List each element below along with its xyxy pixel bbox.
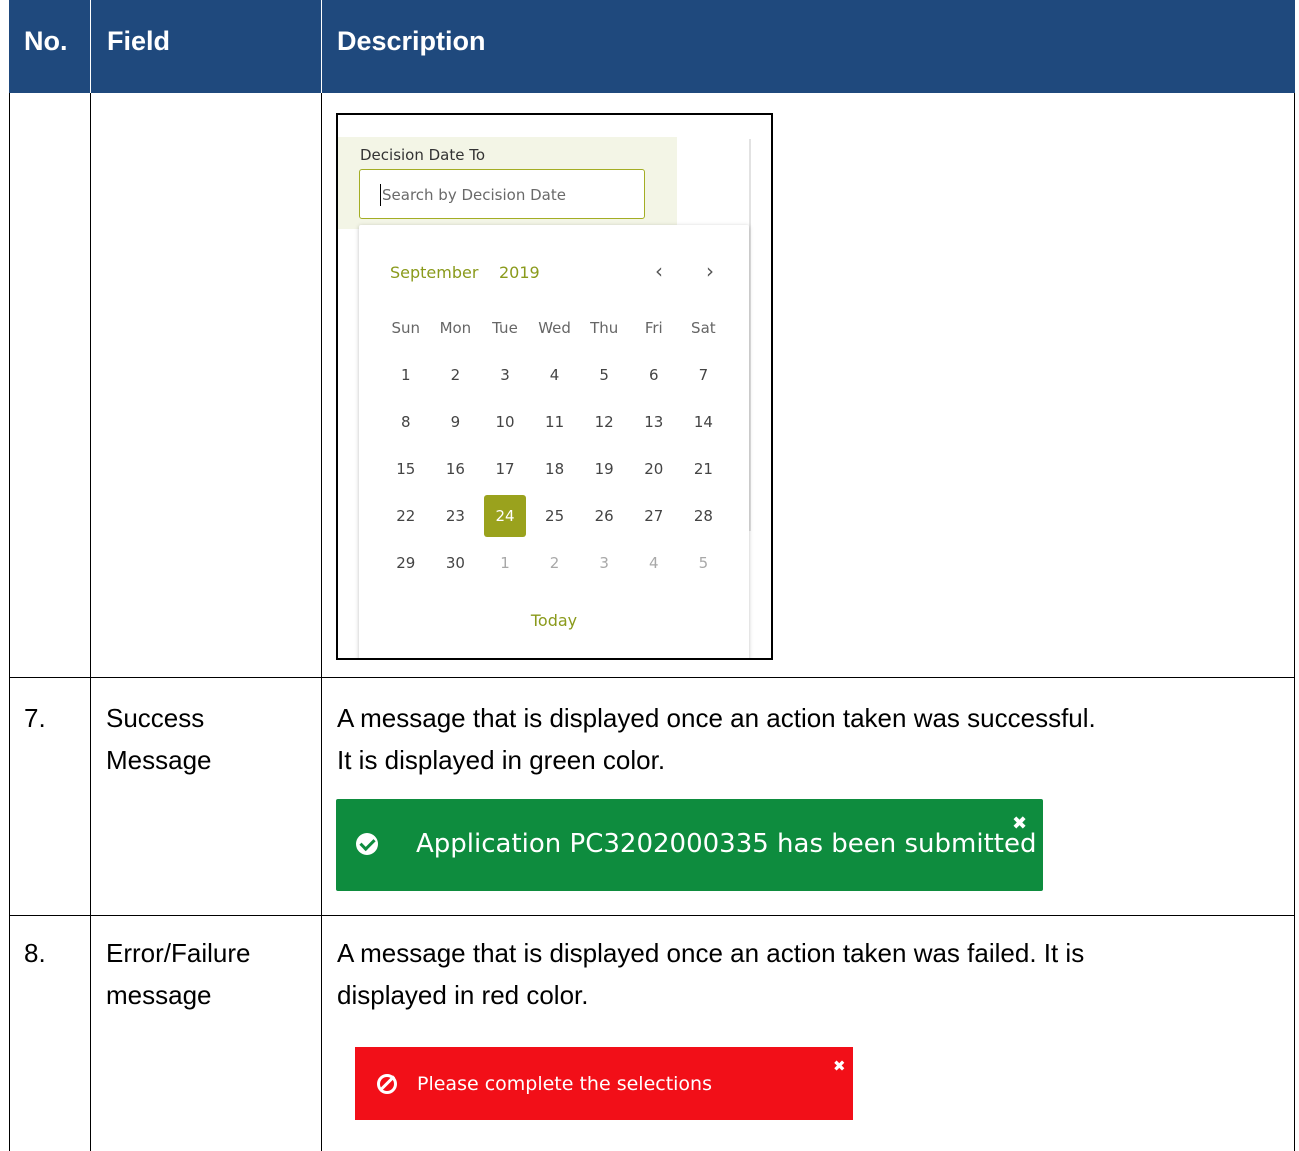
text-cursor — [380, 184, 381, 206]
calendar-day[interactable]: 17 — [480, 446, 530, 493]
table-row-divider — [9, 915, 1295, 916]
calendar-year[interactable]: 2019 — [499, 263, 540, 282]
calendar-day[interactable]: 2 — [530, 540, 580, 587]
calendar-day[interactable]: 15 — [381, 446, 431, 493]
calendar-day[interactable]: 4 — [530, 352, 580, 399]
row-number: 7. — [24, 703, 46, 733]
calendar-week-row: 15 16 17 18 19 20 21 — [381, 446, 728, 493]
error-message: Please complete the selections — [417, 1073, 713, 1095]
row-number: 8. — [24, 938, 46, 968]
calendar-day[interactable]: 1 — [480, 540, 530, 587]
weekday-header-row: Sun Mon Tue Wed Thu Fri Sat — [381, 305, 728, 352]
calendar-day-selected[interactable]: 24 — [480, 493, 530, 540]
header-divider — [321, 0, 322, 93]
calendar-day[interactable]: 25 — [530, 493, 580, 540]
calendar-week-row: 22 23 24 25 26 27 28 — [381, 493, 728, 540]
error-alert: Please complete the selections ✖ — [355, 1047, 853, 1120]
calendar-day[interactable]: 28 — [679, 493, 729, 540]
table-row-divider — [9, 677, 1295, 678]
calendar-week-row: 1234567 — [381, 352, 728, 399]
header-divider — [90, 0, 91, 93]
calendar-day[interactable]: 22 — [381, 493, 431, 540]
calendar-day[interactable]: 20 — [629, 446, 679, 493]
header-no: No. — [24, 26, 68, 56]
weekday-label: Mon — [439, 319, 472, 337]
calendar-day[interactable]: 30 — [431, 540, 481, 587]
scrollbar[interactable] — [749, 139, 751, 531]
calendar-month[interactable]: September — [390, 263, 478, 282]
field-description: A message that is displayed once an acti… — [337, 938, 1085, 1010]
calendar-day[interactable]: 8 — [381, 399, 431, 446]
close-icon[interactable]: ✖ — [1012, 813, 1027, 834]
decision-date-input-wrapper[interactable] — [359, 169, 645, 220]
header-field: Field — [107, 26, 171, 56]
close-icon[interactable]: ✖ — [833, 1057, 846, 1075]
table-column-divider — [90, 93, 91, 1151]
weekday-label: Wed — [538, 319, 571, 337]
decision-date-input[interactable] — [380, 170, 644, 220]
calendar-day[interactable]: 9 — [431, 399, 481, 446]
calendar-day[interactable]: 29 — [381, 540, 431, 587]
weekday-label: Sun — [391, 319, 421, 337]
calendar-day[interactable]: 21 — [679, 446, 729, 493]
table-header: No. Field Description — [9, 0, 1295, 93]
calendar-day[interactable]: 18 — [530, 446, 580, 493]
date-picker-screenshot: Decision Date To September 2019 ‹ › SunM… — [336, 113, 773, 660]
success-message: Application PC3202000335 has been submit… — [416, 829, 1037, 859]
field-description: A message that is displayed once an acti… — [337, 703, 1096, 775]
calendar-day[interactable]: 7 — [679, 352, 729, 399]
calendar-day[interactable]: 5 — [579, 352, 629, 399]
calendar-day[interactable]: 11 — [530, 399, 580, 446]
calendar-week-row: 8 9 10 11 12 13 14 — [381, 399, 728, 446]
calendar-day[interactable]: 4 — [629, 540, 679, 587]
calendar-dropdown: September 2019 ‹ › Sun Mon Tue Wed Thu Fri Sat… — [359, 225, 749, 658]
calendar-grid: Sun Mon Tue Wed Thu Fri Sat 1 2 3 4 5 6 7 8 9 10 11 12 13 14… — [381, 305, 728, 587]
calendar-day[interactable]: 14 — [679, 399, 729, 446]
chevron-right-icon[interactable]: › — [706, 259, 714, 283]
calendar-week-row: 29 30 1 2 3 4 5 — [381, 540, 728, 587]
calendar-day[interactable]: 16 — [431, 446, 481, 493]
header-description: Description — [337, 26, 486, 56]
calendar-day[interactable]: 5 — [679, 540, 729, 587]
decision-date-to-label: Decision Date To — [360, 146, 486, 164]
field-name: Success Message — [106, 703, 212, 775]
calendar-day[interactable]: 19 — [579, 446, 629, 493]
weekday-label: Tue — [492, 319, 518, 337]
weekday-label: Sat — [691, 319, 716, 337]
chevron-left-icon[interactable]: ‹ — [655, 259, 663, 283]
table-border-left — [9, 93, 10, 1151]
check-circle-icon — [356, 833, 378, 855]
calendar-day[interactable]: 1 — [381, 352, 431, 399]
today-button[interactable]: Today — [359, 611, 749, 630]
success-alert: Application PC3202000335 has been submit… — [336, 799, 1043, 891]
calendar-day[interactable]: 3 — [480, 352, 530, 399]
table-column-divider — [321, 93, 322, 1151]
selected-day-label: 24 — [483, 495, 526, 537]
calendar-day[interactable]: 27 — [629, 493, 679, 540]
calendar-day[interactable]: 26 — [579, 493, 629, 540]
calendar-day[interactable]: 3 — [579, 540, 629, 587]
calendar-day[interactable]: 13 — [629, 399, 679, 446]
calendar-day[interactable]: 12 — [579, 399, 629, 446]
ban-icon — [377, 1074, 397, 1094]
calendar-day[interactable]: 10 — [480, 399, 530, 446]
calendar-day[interactable]: 6 — [629, 352, 679, 399]
weekday-label: Fri — [644, 319, 663, 337]
field-name: Error/Failure message — [106, 938, 251, 1010]
weekday-label: Thu — [590, 319, 619, 337]
calendar-day[interactable]: 23 — [431, 493, 481, 540]
calendar-day[interactable]: 2 — [431, 352, 481, 399]
